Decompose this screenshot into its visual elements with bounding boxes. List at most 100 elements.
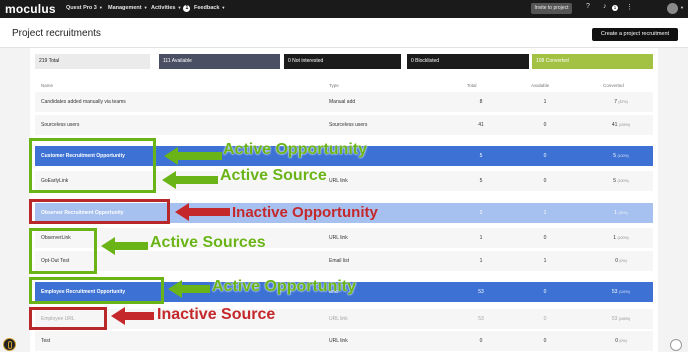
top-nav-bar: moculus Quest Pro 3 ▼ Management ▼ Activit… bbox=[0, 0, 688, 18]
help-widget-icon bbox=[8, 341, 12, 349]
help-icon[interactable]: ? bbox=[586, 3, 590, 10]
column-header-type[interactable]: Type bbox=[329, 83, 339, 88]
stat-converted[interactable]: 108 Converted bbox=[532, 54, 653, 69]
row-total: 41 bbox=[478, 122, 484, 128]
row-converted-percent: (100%) bbox=[617, 154, 629, 158]
page-title: Project recruitments bbox=[12, 28, 101, 39]
chevron-down-icon[interactable]: ▼ bbox=[680, 5, 684, 10]
row-type: Sourceless users bbox=[329, 122, 368, 128]
row-type: URL link bbox=[329, 316, 348, 322]
row-available: 0 bbox=[543, 235, 547, 241]
row-converted: 0 (0%) bbox=[601, 258, 641, 264]
row-total: 53 bbox=[478, 316, 484, 322]
row-type: URL link bbox=[329, 178, 348, 184]
row-converted: 7 (87%) bbox=[601, 99, 641, 105]
row-converted-count: 0 bbox=[615, 338, 618, 344]
table-row[interactable]: Sourceless users Sourceless users 41 0 4… bbox=[35, 115, 653, 135]
row-total: 5 bbox=[479, 178, 483, 184]
row-available: 1 bbox=[543, 99, 547, 105]
row-available: 1 bbox=[543, 258, 547, 264]
row-converted-percent: (100%) bbox=[618, 317, 631, 321]
stat-total[interactable]: 219 Total bbox=[35, 54, 150, 69]
row-converted: 5 (100%) bbox=[601, 178, 641, 184]
invite-to-project-button[interactable]: Invite to project bbox=[531, 3, 572, 14]
user-avatar[interactable] bbox=[667, 3, 678, 14]
column-header-total[interactable]: Total bbox=[467, 83, 477, 88]
more-dots-icon[interactable]: ⋮ bbox=[626, 3, 633, 11]
row-converted: 5 (100%) bbox=[601, 153, 641, 159]
row-converted-count: 1 bbox=[614, 210, 618, 216]
row-converted-count: 1 bbox=[613, 235, 617, 241]
highlight-active-opportunity bbox=[29, 277, 164, 304]
row-converted: 0 (0%) bbox=[601, 338, 641, 344]
stat-not-interested[interactable]: 0 Not interested bbox=[284, 54, 401, 69]
source-row[interactable]: Opt-Out Test Email list 1 1 0 (0%) bbox=[35, 251, 653, 271]
table-row[interactable]: Candidates added manually via teams Manu… bbox=[35, 92, 653, 112]
row-converted-percent: (100%) bbox=[618, 290, 631, 294]
bell-icon[interactable]: ♪ bbox=[603, 3, 607, 10]
feedback-menu[interactable]: Feedback ▼ bbox=[194, 5, 225, 11]
annotation-active-opportunity: Active Opportunity bbox=[212, 278, 357, 295]
row-total: 8 bbox=[479, 99, 483, 105]
row-converted-count: 5 bbox=[613, 153, 617, 159]
row-converted: 1 (50%) bbox=[601, 210, 641, 216]
chevron-down-icon: ▼ bbox=[221, 5, 226, 10]
management-menu-label: Management bbox=[108, 5, 142, 11]
row-total: 1 bbox=[479, 235, 483, 241]
help-widget-button[interactable] bbox=[3, 338, 16, 351]
row-available: 0 bbox=[543, 316, 547, 322]
row-converted-percent: (100%) bbox=[617, 179, 629, 183]
column-header-converted[interactable]: Converted bbox=[603, 83, 624, 88]
app-logo[interactable]: moculus bbox=[5, 2, 56, 16]
feedback-menu-label: Feedback bbox=[194, 5, 220, 11]
highlight-active-sources bbox=[29, 228, 97, 274]
activities-menu[interactable]: Activities ▼ 1 bbox=[151, 5, 191, 12]
row-available: 0 bbox=[543, 122, 547, 128]
stat-blocklisted[interactable]: 0 Blocklisted bbox=[407, 54, 529, 69]
row-converted-count: 41 bbox=[611, 122, 618, 128]
row-converted: 53 (100%) bbox=[601, 289, 641, 295]
row-converted-count: 53 bbox=[611, 289, 618, 295]
create-recruitment-button[interactable]: Create a project recruitment bbox=[592, 28, 678, 41]
source-row[interactable]: ObserverLink URL link 1 0 1 (100%) bbox=[35, 228, 653, 248]
annotation-active-source: Active Source bbox=[220, 167, 327, 184]
project-menu[interactable]: Quest Pro 3 ▼ bbox=[66, 5, 103, 11]
source-row[interactable]: Test URL link 0 0 0 (0%) bbox=[35, 331, 653, 351]
row-converted-percent: (87%) bbox=[618, 100, 628, 104]
row-type: URL link bbox=[329, 338, 348, 344]
row-total: 5 bbox=[479, 153, 483, 159]
row-available: 0 bbox=[543, 289, 547, 295]
chevron-down-icon: ▼ bbox=[177, 5, 182, 10]
activities-menu-label: Activities bbox=[151, 5, 176, 11]
row-converted: 41 (100%) bbox=[601, 122, 641, 128]
row-converted-count: 0 bbox=[615, 258, 618, 264]
row-type: Email list bbox=[329, 258, 350, 264]
row-converted-count: 53 bbox=[611, 316, 618, 322]
row-available: 0 bbox=[543, 178, 547, 184]
chevron-down-icon: ▼ bbox=[98, 5, 103, 10]
row-converted: 1 (100%) bbox=[601, 235, 641, 241]
row-type: URL link bbox=[329, 235, 348, 241]
scroll-indicator[interactable] bbox=[670, 339, 682, 351]
row-total: 0 bbox=[479, 338, 483, 344]
row-name: Candidates added manually via teams bbox=[41, 99, 126, 105]
annotation-inactive-source: Inactive Source bbox=[157, 306, 276, 323]
annotation-active-sources: Active Sources bbox=[150, 234, 266, 251]
activities-badge: 1 bbox=[183, 5, 191, 12]
source-row-inactive[interactable]: Employee URL URL link 53 0 53 (100%) bbox=[35, 309, 653, 329]
page-header: Project recruitments Create a project re… bbox=[0, 18, 688, 48]
highlight-active-opportunity bbox=[29, 138, 156, 193]
row-converted-percent: (50%) bbox=[618, 211, 628, 215]
row-total: 53 bbox=[478, 289, 484, 295]
row-name: Sourceless users bbox=[41, 122, 80, 128]
row-name: Test bbox=[41, 338, 51, 344]
row-converted-percent: (0%) bbox=[619, 339, 627, 343]
stat-available[interactable]: 111 Available bbox=[159, 54, 280, 69]
notification-badge: 1 bbox=[612, 5, 618, 11]
column-header-available[interactable]: Available bbox=[531, 83, 549, 88]
management-menu[interactable]: Management ▼ bbox=[108, 5, 148, 11]
annotation-inactive-opportunity: Inactive Opportunity bbox=[232, 204, 378, 221]
row-available: 0 bbox=[543, 338, 547, 344]
chevron-down-icon: ▼ bbox=[143, 5, 148, 10]
column-header-name[interactable]: Name bbox=[41, 83, 53, 88]
